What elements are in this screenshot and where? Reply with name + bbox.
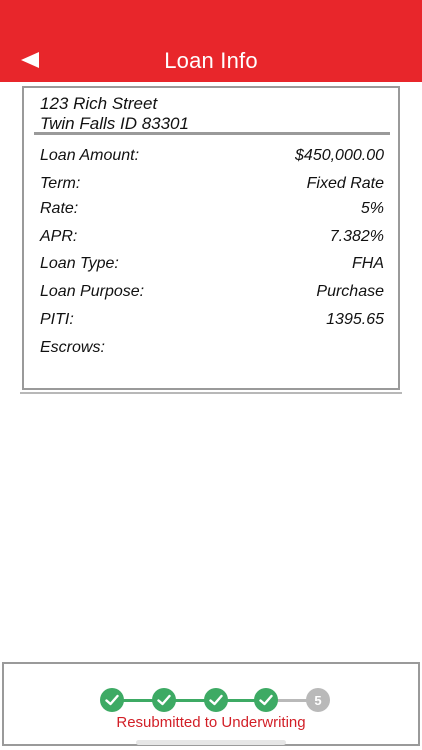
loan-status-panel: 5 Resubmitted to Underwriting: [2, 662, 420, 746]
property-address: 123 Rich Street Twin Falls ID 83301: [40, 94, 380, 134]
escrows-label: Escrows:: [40, 339, 105, 356]
piti-label: PITI:: [40, 311, 74, 328]
loan-type-value: FHA: [352, 255, 384, 272]
rate-label: Rate:: [40, 200, 79, 217]
checkmark-icon: [157, 694, 171, 706]
piti-row: PITI: 1395.65: [40, 308, 384, 332]
loan-amount-row: Loan Amount: $450,000.00: [40, 144, 384, 168]
loan-purpose-label: Loan Purpose:: [40, 283, 145, 300]
escrows-row: Escrows:: [40, 336, 384, 360]
rate-value: 5%: [360, 200, 384, 217]
piti-value: 1395.65: [326, 311, 384, 328]
apr-label: APR:: [40, 228, 78, 245]
loan-type-row: Loan Type: FHA: [40, 252, 384, 276]
apr-value: 7.382%: [329, 228, 384, 245]
progress-step-2: [152, 688, 176, 712]
loan-purpose-value: Purchase: [316, 283, 384, 300]
progress-step-5: 5: [306, 688, 330, 712]
term-label: Term:: [40, 175, 81, 192]
address-line-2: Twin Falls ID 83301: [40, 114, 189, 133]
card-divider: [20, 392, 402, 394]
loan-info-card: 123 Rich Street Twin Falls ID 83301 Loan…: [22, 86, 400, 390]
loan-status-text: Resubmitted to Underwriting: [116, 714, 306, 731]
loan-amount-value: $450,000.00: [295, 147, 384, 164]
home-indicator[interactable]: [136, 740, 286, 745]
term-row: Term: Fixed Rate: [40, 172, 384, 196]
term-value: Fixed Rate: [306, 175, 384, 192]
loan-type-label: Loan Type:: [40, 255, 119, 272]
address-line-1: 123 Rich Street: [40, 94, 158, 113]
address-divider: [34, 132, 390, 135]
loan-amount-label: Loan Amount:: [40, 147, 140, 164]
apr-row: APR: 7.382%: [40, 225, 384, 249]
progress-step-4: [254, 688, 278, 712]
checkmark-icon: [209, 694, 223, 706]
checkmark-icon: [105, 694, 119, 706]
page-title: Loan Info: [164, 48, 258, 73]
progress-step-3: [204, 688, 228, 712]
loan-purpose-row: Loan Purpose: Purchase: [40, 280, 384, 304]
progress-step-1: [100, 688, 124, 712]
rate-row: Rate: 5%: [40, 197, 384, 221]
checkmark-icon: [259, 694, 273, 706]
progress-tracker: 5: [4, 688, 418, 712]
app-header: Loan Info: [0, 0, 422, 82]
